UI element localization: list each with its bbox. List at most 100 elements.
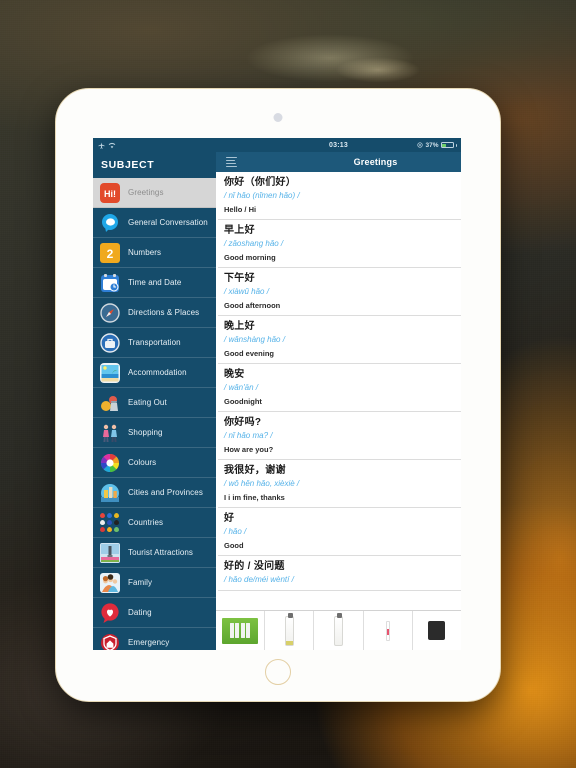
wifi-icon [108, 142, 116, 148]
sidebar-item-tourist-attractions[interactable]: Tourist Attractions [93, 538, 216, 568]
sidebar-item-label: Eating Out [128, 398, 167, 407]
flag-pin [100, 526, 105, 532]
sidebar-item-label: General Conversation [128, 218, 208, 227]
sidebar-item-cities-and-provinces[interactable]: Cities and Provinces [93, 478, 216, 508]
phrase-row[interactable]: 晚上好 / wǎnshàng hǎo / Good evening [218, 316, 461, 364]
phrase-pinyin: / nǐ hǎo ma? / [224, 430, 273, 440]
sidebar-item-label: Family [128, 578, 153, 587]
ad-banner[interactable] [216, 610, 461, 650]
phrase-hanzi: 好 [224, 513, 235, 524]
battery-nub-icon [455, 143, 457, 147]
sidebar-item-label: Shopping [128, 428, 163, 437]
flag-pin [107, 519, 112, 525]
number-two-icon: 2 [100, 242, 120, 263]
heart-bubble-icon [100, 602, 120, 623]
phrase-pinyin: / wǒ hěn hǎo, xièxiè / [224, 478, 300, 488]
green-product-box-art [222, 617, 259, 644]
sidebar-item-label: Cities and Provinces [128, 488, 203, 497]
front-camera-dot [273, 113, 283, 122]
app-screen: 03:13 37% SUBJECT Hi! Greetings General Co… [93, 138, 461, 650]
sidebar-item-emergency[interactable]: Emergency [93, 628, 216, 650]
speech-bubble-icon [100, 213, 120, 233]
battery-percent-label: 37% [425, 141, 439, 149]
sidebar-item-label: Time and Date [128, 278, 182, 287]
phrase-row[interactable]: 你好吗? / nǐ hǎo ma? / How are you? [218, 412, 461, 460]
sidebar-item-label: Transportation [128, 338, 181, 347]
phrase-hanzi: 早上好 [224, 225, 255, 236]
sidebar-item-family[interactable]: Family [93, 568, 216, 598]
flag-pin [114, 526, 119, 532]
flag-pin [107, 512, 112, 518]
sidebar-item-dating[interactable]: Dating [93, 598, 216, 628]
phrase-row[interactable]: 你好（你们好） / nǐ hǎo (nǐmen hǎo) / Hello / Hi [218, 172, 461, 220]
phrase-row[interactable]: 我很好，谢谢 / wǒ hěn hǎo, xièxiè / I i im fine,… [218, 460, 461, 508]
phrase-english: I i im fine, thanks [224, 492, 285, 502]
phrase-pinyin: / nǐ hǎo (nǐmen hǎo) / [224, 190, 300, 200]
sidebar-item-list[interactable]: Hi! Greetings General Conversation 2 Numbers… [93, 178, 216, 650]
sidebar-item-greetings[interactable]: Hi! Greetings [93, 178, 216, 208]
sidebar-item-label: Greetings [128, 188, 164, 197]
ad-item-black-compact-case[interactable] [412, 611, 461, 650]
phrase-hanzi: 下午好 [224, 273, 255, 284]
flag-pin [107, 526, 112, 532]
phrase-row[interactable]: 好的 / 没问题 / hǎo de/méi wèntí / [218, 556, 461, 591]
sidebar-item-colours[interactable]: Colours [93, 448, 216, 478]
phrase-english: Good evening [224, 348, 275, 358]
phrase-row[interactable]: 早上好 / zǎoshang hǎo / Good morning [218, 220, 461, 268]
phrase-row[interactable]: 好 / hǎo / Good [218, 508, 461, 556]
ad-item-white-pump-bottle[interactable] [265, 611, 315, 650]
sidebar-header: SUBJECT [93, 152, 216, 178]
sidebar-item-label: Colours [128, 458, 157, 467]
ad-item-pink-lip-tube[interactable] [363, 611, 413, 650]
phrase-pinyin: / xiàwǔ hǎo / [224, 286, 269, 296]
phrase-english: Goodnight [224, 396, 262, 406]
status-bar-left [93, 141, 216, 149]
monument-icon [100, 542, 120, 563]
sidebar-item-label: Dating [128, 608, 152, 617]
food-drink-icon [100, 393, 120, 413]
flag-pins-icon [100, 512, 120, 533]
phrase-pinyin: / wǎnshàng hǎo / [224, 334, 285, 344]
content-pane: Greetings 你好（你们好） / nǐ hǎo (nǐmen hǎo) / H… [216, 152, 461, 650]
battery-indicator: 37% [417, 142, 457, 149]
color-wheel-icon [100, 453, 120, 473]
flag-pin [114, 512, 119, 518]
hamburger-menu-icon[interactable] [226, 156, 237, 168]
sidebar-item-label: Tourist Attractions [128, 548, 194, 557]
white-pump-bottle-art [284, 612, 294, 646]
ad-item-green-product-box[interactable] [216, 611, 266, 650]
sidebar-item-eating-out[interactable]: Eating Out [93, 388, 216, 418]
phrase-list[interactable]: 你好（你们好） / nǐ hǎo (nǐmen hǎo) / Hello / Hi 早… [216, 172, 461, 610]
sidebar-item-label: Directions & Places [128, 308, 200, 317]
nav-bar: Greetings [216, 152, 461, 172]
pink-lip-tube-art [385, 620, 390, 641]
ipad-device-frame: 03:13 37% SUBJECT Hi! Greetings General Co… [55, 88, 501, 702]
compass-icon [100, 302, 120, 323]
home-button[interactable] [265, 659, 291, 685]
ad-item-white-spray-bottle[interactable] [314, 611, 364, 650]
suitcase-icon [100, 332, 120, 353]
phrase-pinyin: / hǎo / [224, 526, 247, 536]
sidebar-item-accommodation[interactable]: Accommodation [93, 358, 216, 388]
status-bar: 03:13 37% [93, 138, 461, 152]
nav-title: Greetings [216, 157, 461, 167]
flag-pin [100, 512, 105, 518]
white-spray-bottle-art [334, 612, 343, 646]
sidebar-item-countries[interactable]: Countries [93, 508, 216, 538]
sidebar-item-general-conversation[interactable]: General Conversation [93, 208, 216, 238]
phrase-english: Good [224, 540, 244, 550]
sidebar-item-directions-places[interactable]: Directions & Places [93, 298, 216, 328]
phrase-row[interactable]: 下午好 / xiàwǔ hǎo / Good afternoon [218, 268, 461, 316]
svg-text:2: 2 [107, 247, 114, 261]
sidebar-item-numbers[interactable]: 2 Numbers [93, 238, 216, 268]
beach-resort-icon [100, 362, 120, 383]
flag-pin [100, 519, 105, 525]
phrase-english: How are you? [224, 444, 274, 454]
sidebar-item-label: Accommodation [128, 368, 187, 377]
sidebar-item-shopping[interactable]: Shopping [93, 418, 216, 448]
sidebar-item-time-and-date[interactable]: Time and Date [93, 268, 216, 298]
hi-badge-icon: Hi! [100, 182, 120, 203]
sidebar-item-transportation[interactable]: Transportation [93, 328, 216, 358]
family-icon [100, 572, 120, 593]
phrase-row[interactable]: 晚安 / wǎn'ān / Goodnight [218, 364, 461, 412]
